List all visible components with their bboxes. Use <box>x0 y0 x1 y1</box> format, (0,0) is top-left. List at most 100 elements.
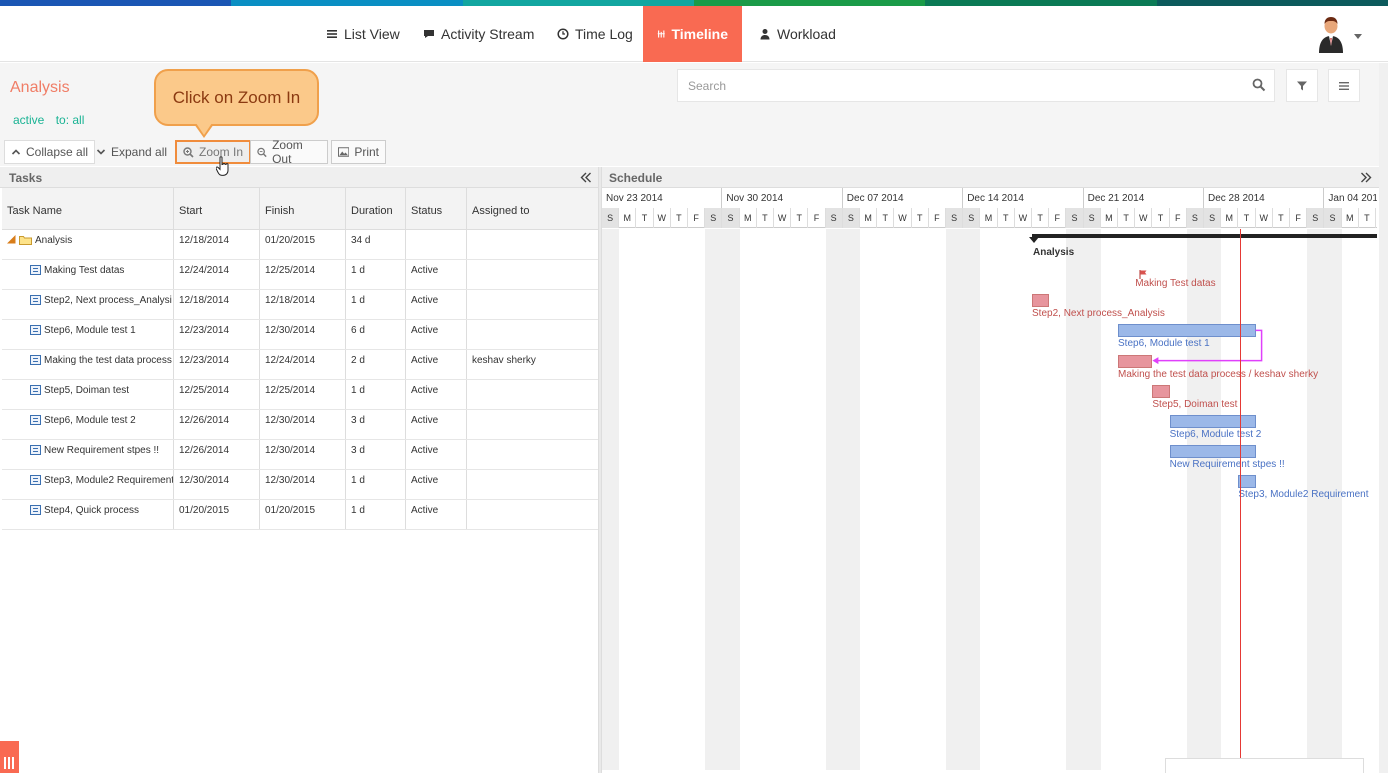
folder-icon <box>19 236 32 245</box>
column-header-status[interactable]: Status <box>406 188 467 229</box>
user-menu-caret-icon[interactable] <box>1354 34 1362 39</box>
column-header-finish[interactable]: Finish <box>260 188 346 229</box>
top-navigation: List View Activity Stream Time Log Timel… <box>0 6 1388 62</box>
column-header-assigned-to[interactable]: Assigned to <box>467 188 598 229</box>
cell-name: Step5, Doiman test <box>2 380 174 409</box>
clock-icon <box>557 28 569 40</box>
cell-finish: 01/20/2015 <box>260 230 346 259</box>
nav-label: Timeline <box>671 26 728 42</box>
expand-all-button[interactable]: Expand all <box>90 140 173 164</box>
table-row[interactable]: Step6, Module test 2 12/26/2014 12/30/2014… <box>2 410 598 440</box>
task-name-text: Making Test datas <box>44 265 125 276</box>
search-icon[interactable] <box>1252 78 1266 92</box>
gantt-toolbar: Collapse all Expand all Zoom In Zoom Out… <box>0 138 1388 166</box>
expand-all-label: Expand all <box>111 145 168 159</box>
expand-triangle-icon[interactable] <box>7 235 16 244</box>
table-row[interactable]: Step6, Module test 1 12/23/2014 12/30/2014… <box>2 320 598 350</box>
print-button[interactable]: Print <box>331 140 386 164</box>
hamburger-icon <box>1339 81 1349 90</box>
zoom-out-button[interactable]: Zoom Out <box>250 138 328 166</box>
task-name: Making Test datas <box>7 265 168 276</box>
tasks-panel-title: Tasks <box>9 171 43 185</box>
cell-status: Active <box>406 410 467 439</box>
cell-status <box>406 230 467 259</box>
expand-right-icon[interactable] <box>1360 171 1373 184</box>
gantt-chart: Nov 23 2014 Nov 30 2014 Dec 07 2014 Dec 14 … <box>602 188 1377 770</box>
filter-icon <box>1297 81 1307 90</box>
table-row[interactable]: Step5, Doiman test 12/25/2014 12/25/2014 1 … <box>2 380 598 410</box>
table-row[interactable]: Step2, Next process_Analysi 12/18/2014 12/… <box>2 290 598 320</box>
task-name-text: Step5, Doiman test <box>44 385 130 396</box>
tasks-panel-header: Tasks <box>0 167 598 188</box>
table-row[interactable]: Step4, Quick process 01/20/2015 01/20/2015… <box>2 500 598 530</box>
task-name: Step2, Next process_Analysi <box>7 295 172 306</box>
cell-assigned <box>467 410 598 439</box>
zoom-in-icon <box>183 146 194 158</box>
cell-duration: 1 d <box>346 380 406 409</box>
nav-list-view[interactable]: List View <box>312 6 414 62</box>
table-row[interactable]: New Requirement stpes !! 12/26/2014 12/30/… <box>2 440 598 470</box>
cell-duration: 2 d <box>346 350 406 379</box>
task-icon <box>30 445 41 455</box>
cell-name: Step3, Module2 Requirement <box>2 470 174 499</box>
cell-assigned <box>467 230 598 259</box>
task-name-text: Making the test data process <box>44 355 172 366</box>
cell-finish: 12/24/2014 <box>260 350 346 379</box>
collapse-left-icon[interactable] <box>579 171 592 184</box>
task-icon <box>30 355 41 365</box>
column-header-task-name[interactable]: Task Name <box>2 188 174 229</box>
task-name: Analysis <box>7 235 168 246</box>
task-name-text: Analysis <box>35 235 73 246</box>
nav-label: Time Log <box>575 26 633 42</box>
list-icon <box>327 30 337 38</box>
task-icon <box>30 505 41 515</box>
task-icon <box>30 325 41 335</box>
filter-button[interactable] <box>1286 69 1318 102</box>
tutorial-callout: Click on Zoom In <box>154 69 319 126</box>
table-row[interactable]: Step3, Module2 Requirement 12/30/2014 12/3… <box>2 470 598 500</box>
task-name-text: Step6, Module test 2 <box>44 415 136 426</box>
search-box[interactable]: Search <box>677 69 1275 102</box>
cell-finish: 12/18/2014 <box>260 290 346 319</box>
table-row[interactable]: Making the test data process 12/23/2014 12… <box>2 350 598 380</box>
schedule-panel-title: Schedule <box>609 171 663 185</box>
cell-status: Active <box>406 440 467 469</box>
nav-activity-stream[interactable]: Activity Stream <box>409 6 548 62</box>
task-name-text: Step4, Quick process <box>44 505 140 516</box>
cell-duration: 6 d <box>346 320 406 349</box>
cell-name: Making Test datas <box>2 260 174 289</box>
nav-time-log[interactable]: Time Log <box>543 6 647 62</box>
cell-status: Active <box>406 320 467 349</box>
page-title: Analysis <box>10 79 70 96</box>
cell-start: 12/30/2014 <box>174 470 260 499</box>
zoom-in-button[interactable]: Zoom In <box>175 140 251 164</box>
task-icon <box>30 385 41 395</box>
column-header-start[interactable]: Start <box>174 188 260 229</box>
task-grid-body: Analysis 12/18/2014 01/20/2015 34 d Making T… <box>2 230 598 530</box>
cell-duration: 34 d <box>346 230 406 259</box>
search-input[interactable]: Search <box>688 79 726 93</box>
image-icon <box>338 147 350 157</box>
filter-to[interactable]: to: all <box>56 113 85 127</box>
cell-start: 12/23/2014 <box>174 350 260 379</box>
cell-status: Active <box>406 350 467 379</box>
nav-workload[interactable]: Workload <box>745 6 850 62</box>
task-name-text: Step3, Module2 Requirement <box>44 475 174 486</box>
cell-start: 12/18/2014 <box>174 230 260 259</box>
filter-active[interactable]: active <box>13 113 44 127</box>
cell-assigned <box>467 470 598 499</box>
chevron-up-icon <box>11 149 21 155</box>
table-row[interactable]: Making Test datas 12/24/2014 12/25/2014 1 d… <box>2 260 598 290</box>
collapse-all-button[interactable]: Collapse all <box>4 140 96 164</box>
task-name-text: Step6, Module test 1 <box>44 325 136 336</box>
side-panel-toggle[interactable] <box>0 741 19 773</box>
table-row[interactable]: Analysis 12/18/2014 01/20/2015 34 d <box>2 230 598 260</box>
menu-button[interactable] <box>1328 69 1360 102</box>
task-name: Step6, Module test 1 <box>7 325 168 336</box>
nav-timeline[interactable]: Timeline <box>643 6 742 62</box>
column-header-duration[interactable]: Duration <box>346 188 406 229</box>
avatar[interactable] <box>1316 17 1346 53</box>
chat-panel-tab[interactable] <box>1165 758 1364 773</box>
task-name: Step3, Module2 Requirement <box>7 475 173 486</box>
page-scrollbar[interactable] <box>1379 63 1388 773</box>
